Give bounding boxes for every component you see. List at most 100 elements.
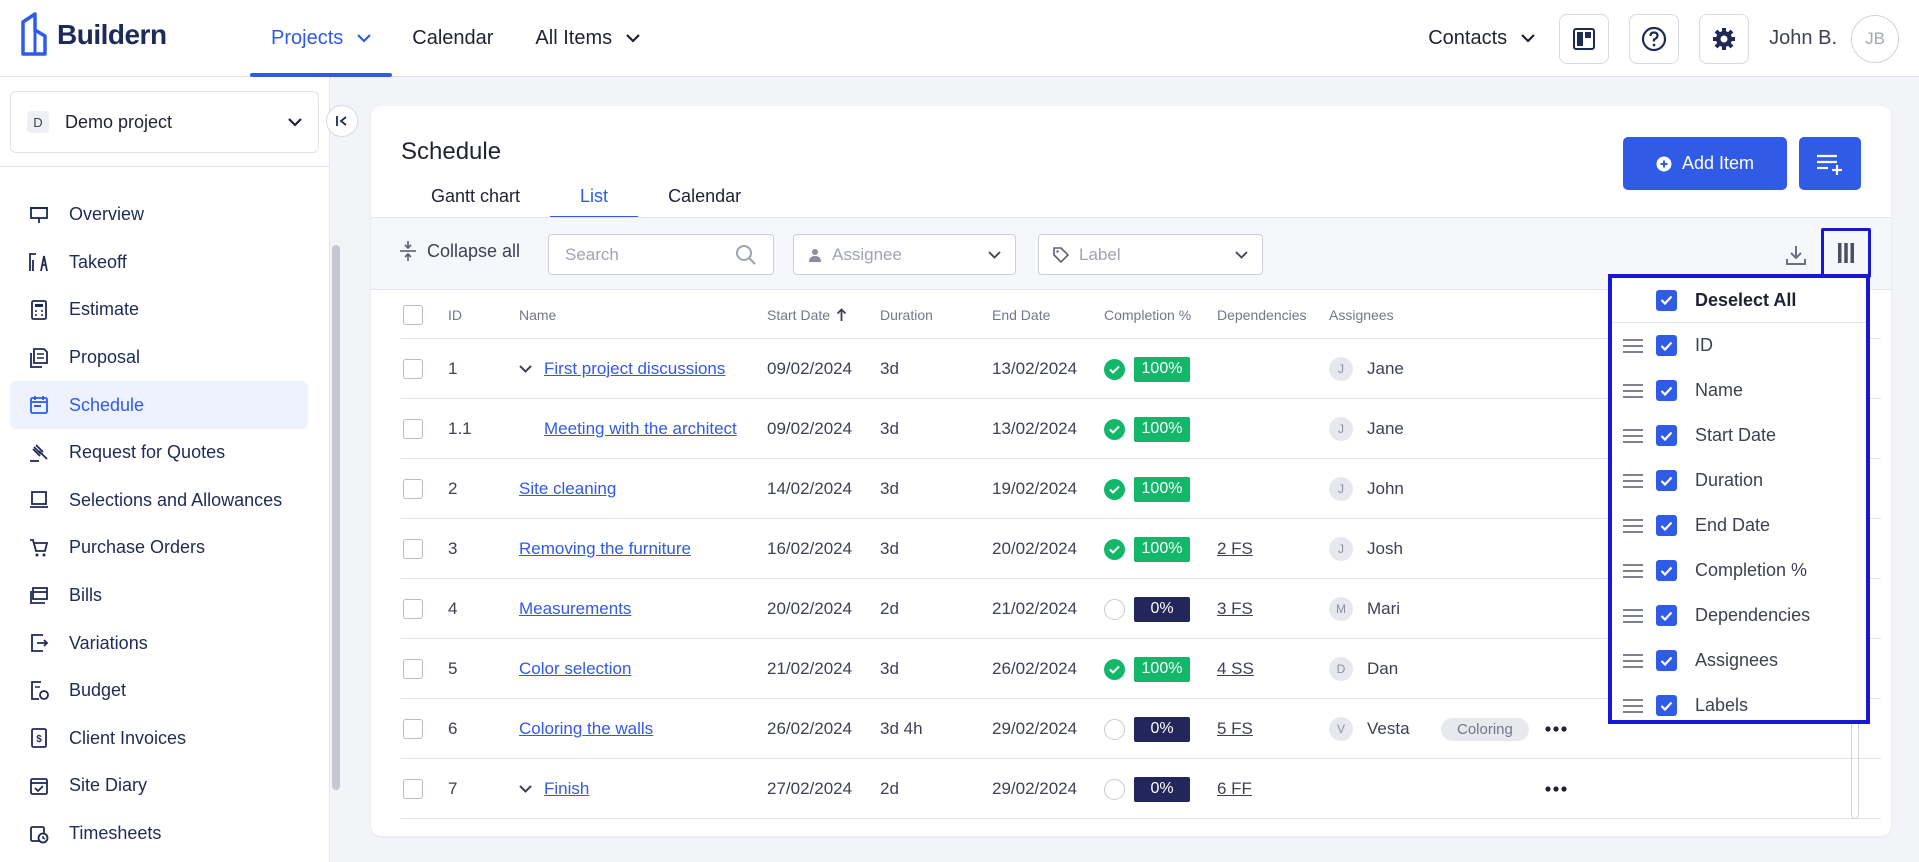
column-checkbox[interactable]	[1656, 335, 1677, 356]
dependency-link[interactable]: 5 FS	[1217, 719, 1253, 739]
deselect-all-row[interactable]: Deselect All	[1612, 278, 1866, 323]
nav-projects[interactable]: Projects	[250, 0, 393, 77]
sidebar-item-estimate[interactable]: Estimate	[10, 286, 308, 334]
column-option[interactable]: End Date	[1612, 503, 1866, 548]
dependency-link[interactable]: 6 FF	[1217, 779, 1252, 799]
tab-calendar[interactable]: Calendar	[638, 180, 771, 212]
chevron-down-icon[interactable]	[519, 365, 532, 373]
col-header-id[interactable]: ID	[448, 290, 462, 339]
col-header-dependencies[interactable]: Dependencies	[1217, 290, 1307, 339]
drag-handle-icon[interactable]	[1623, 698, 1643, 713]
row-more-button[interactable]	[1545, 699, 1567, 759]
row-checkbox[interactable]	[403, 719, 423, 739]
help-button[interactable]	[1629, 13, 1680, 64]
col-header-name[interactable]: Name	[519, 290, 556, 339]
row-name-link[interactable]: Measurements	[519, 599, 631, 619]
row-checkbox[interactable]	[403, 359, 423, 379]
row-checkbox[interactable]	[403, 779, 423, 799]
row-name-link[interactable]: Finish	[544, 779, 589, 799]
column-checkbox[interactable]	[1656, 470, 1677, 491]
table-row[interactable]: 7 Finish 27/02/2024 2d 29/02/2024 0% 6 FF	[401, 759, 1881, 819]
download-button[interactable]	[1781, 240, 1811, 270]
column-option[interactable]: Assignees	[1612, 638, 1866, 683]
dependency-link[interactable]: 2 FS	[1217, 539, 1253, 559]
sidebar-item-proposal[interactable]: Proposal	[10, 334, 308, 382]
chevron-down-icon[interactable]	[519, 785, 532, 793]
column-checkbox[interactable]	[1656, 605, 1677, 626]
select-all-checkbox[interactable]	[403, 304, 423, 325]
sidebar-item-request-for-quotes[interactable]: Request for Quotes	[10, 429, 308, 477]
drag-handle-icon[interactable]	[1623, 383, 1643, 398]
sidebar-item-overview[interactable]: Overview	[10, 191, 308, 239]
drag-handle-icon[interactable]	[1623, 563, 1643, 578]
row-checkbox[interactable]	[403, 599, 423, 619]
row-more-button[interactable]	[1545, 759, 1567, 819]
empty-circle-icon[interactable]	[1104, 718, 1125, 740]
column-checkbox[interactable]	[1656, 380, 1677, 401]
tab-list[interactable]: List	[550, 180, 639, 218]
search-box[interactable]	[548, 234, 774, 275]
expand-toggle[interactable]	[519, 759, 544, 819]
sidebar-item-site-diary[interactable]: Site Diary	[10, 762, 308, 810]
row-checkbox[interactable]	[403, 539, 423, 559]
row-name-link[interactable]: Color selection	[519, 659, 631, 679]
columns-toggle-button[interactable]	[1821, 228, 1871, 278]
row-name-link[interactable]: Removing the furniture	[519, 539, 691, 559]
column-option[interactable]: Labels	[1612, 683, 1866, 728]
add-item-button[interactable]: Add Item	[1623, 137, 1787, 190]
drag-handle-icon[interactable]	[1623, 338, 1643, 353]
sidebar-item-budget[interactable]: Budget	[10, 667, 308, 715]
user-avatar[interactable]: JB	[1851, 14, 1899, 63]
row-checkbox[interactable]	[403, 659, 423, 679]
check-circle-icon[interactable]	[1104, 358, 1125, 380]
dependency-link[interactable]: 3 FS	[1217, 599, 1253, 619]
drag-handle-icon[interactable]	[1623, 608, 1643, 623]
add-list-button[interactable]	[1799, 137, 1861, 190]
dependency-link[interactable]: 4 SS	[1217, 659, 1254, 679]
collapse-all-button[interactable]: Collapse all	[399, 240, 520, 262]
column-checkbox[interactable]	[1656, 515, 1677, 536]
col-header-end-date[interactable]: End Date	[992, 290, 1050, 339]
row-name-link[interactable]: Meeting with the architect	[544, 419, 737, 439]
label-chip[interactable]: Coloring	[1441, 717, 1529, 741]
column-option[interactable]: ID	[1612, 323, 1866, 368]
column-option[interactable]: Duration	[1612, 458, 1866, 503]
check-circle-icon[interactable]	[1104, 538, 1125, 560]
drag-handle-icon[interactable]	[1623, 653, 1643, 668]
nav-all-items[interactable]: All Items	[514, 0, 661, 77]
row-name-link[interactable]: First project discussions	[544, 359, 725, 379]
project-selector[interactable]: D Demo project	[10, 91, 319, 153]
column-option[interactable]: Start Date	[1612, 413, 1866, 458]
column-checkbox[interactable]	[1656, 650, 1677, 671]
col-header-duration[interactable]: Duration	[880, 290, 933, 339]
col-header-completion[interactable]: Completion %	[1104, 290, 1191, 339]
empty-circle-icon[interactable]	[1104, 778, 1125, 800]
check-circle-icon[interactable]	[1104, 418, 1125, 440]
column-checkbox[interactable]	[1656, 560, 1677, 581]
col-header-start-date[interactable]: Start Date	[767, 290, 847, 339]
drag-handle-icon[interactable]	[1623, 428, 1643, 443]
column-option[interactable]: Completion %	[1612, 548, 1866, 593]
row-name-link[interactable]: Coloring the walls	[519, 719, 653, 739]
sidebar-item-purchase-orders[interactable]: Purchase Orders	[10, 524, 308, 572]
column-checkbox[interactable]	[1656, 425, 1677, 446]
sidebar-scrollbar[interactable]	[332, 245, 340, 790]
sidebar-item-bills[interactable]: Bills	[10, 572, 308, 620]
check-circle-icon[interactable]	[1104, 478, 1125, 500]
label-filter[interactable]: Label	[1038, 234, 1263, 275]
sidebar-item-takeoff[interactable]: Takeoff	[10, 239, 308, 287]
row-checkbox[interactable]	[403, 419, 423, 439]
check-circle-icon[interactable]	[1104, 658, 1125, 680]
sidebar-collapse-button[interactable]	[326, 105, 358, 137]
column-option[interactable]: Dependencies	[1612, 593, 1866, 638]
tab-gantt-chart[interactable]: Gantt chart	[401, 180, 550, 212]
row-checkbox[interactable]	[403, 479, 423, 499]
search-input[interactable]	[565, 244, 735, 265]
drag-handle-icon[interactable]	[1623, 518, 1643, 533]
col-header-assignees[interactable]: Assignees	[1329, 290, 1394, 339]
sidebar-item-timesheets[interactable]: Timesheets	[10, 810, 308, 858]
assignee-filter[interactable]: Assignee	[793, 234, 1016, 275]
sidebar-item-client-invoices[interactable]: $ Client Invoices	[10, 715, 308, 763]
user-name[interactable]: John B.	[1769, 27, 1837, 50]
sidebar-item-selections-and-allowances[interactable]: Selections and Allowances	[10, 477, 308, 525]
